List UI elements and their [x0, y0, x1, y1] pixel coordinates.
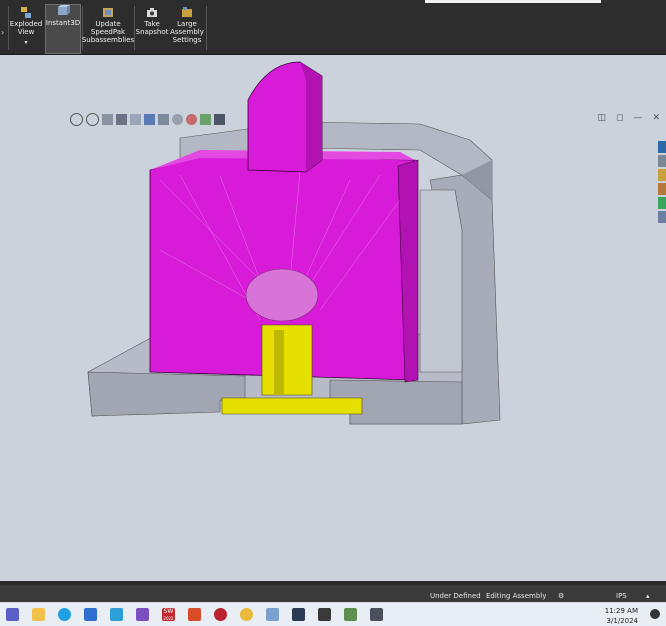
large-assembly-label-3: Settings	[172, 36, 202, 44]
windows-taskbar: SW 2022 11:29 AM 3/1/2024	[0, 602, 666, 626]
view-orientation-icon[interactable]	[144, 113, 155, 125]
app-icon[interactable]	[110, 608, 123, 621]
app-icon[interactable]	[318, 608, 331, 621]
exploded-view-icon	[21, 7, 31, 18]
exploded-view-label-2: View	[17, 28, 35, 36]
apply-scene-icon[interactable]	[200, 113, 211, 125]
file-explorer-taskbar-icon[interactable]	[32, 608, 45, 621]
edge-icon[interactable]	[58, 608, 71, 621]
tile-icon[interactable]: ◻	[616, 113, 623, 123]
design-library-icon[interactable]	[658, 155, 666, 167]
ribbon-separator	[206, 6, 207, 50]
large-assembly-icon	[182, 7, 192, 17]
app-icon[interactable]	[214, 608, 227, 621]
task-pane-tabs	[658, 141, 666, 227]
large-assembly-settings-button[interactable]: Large Assembly Settings	[170, 6, 204, 52]
instant3d-icon	[58, 5, 70, 15]
store-icon[interactable]	[84, 608, 97, 621]
title-strip	[425, 0, 601, 3]
graphics-area[interactable]: ◫ ◻ — ✕	[0, 55, 666, 581]
instant3d-label: Instant3D	[45, 19, 81, 27]
large-assembly-label-2: Assembly	[170, 28, 204, 36]
speedpak-icon	[103, 8, 113, 17]
chrome-icon[interactable]	[240, 608, 253, 621]
speedpak-label-2: SpeedPak	[90, 28, 126, 36]
solidworks-badge: SW	[163, 608, 174, 615]
solidworks-resources-icon[interactable]	[658, 141, 666, 153]
section-view-icon[interactable]	[116, 113, 127, 125]
clock-time: 11:29 AM	[604, 607, 638, 615]
teams-icon[interactable]	[6, 608, 19, 621]
calculator-icon[interactable]	[370, 608, 383, 621]
hide-show-items-icon[interactable]	[172, 113, 183, 125]
system-clock[interactable]: 11:29 AM 3/1/2024	[605, 606, 638, 626]
view-palette-icon[interactable]	[658, 183, 666, 195]
solidworks-year: 2022	[163, 616, 174, 621]
zoom-to-area-icon[interactable]	[86, 112, 99, 126]
exploded-view-label-1: Exploded	[9, 20, 43, 28]
dropdown-arrow-icon[interactable]: ▾	[24, 39, 27, 47]
file-explorer-icon[interactable]	[658, 169, 666, 181]
app-icon[interactable]	[344, 608, 357, 621]
command-manager-ribbon: › Exploded View ▾ Instant3D Update Speed…	[0, 0, 666, 55]
display-style-icon[interactable]	[158, 113, 169, 125]
status-bar: Under Defined Editing Assembly ⚙ IPS ▴	[0, 581, 666, 602]
units-selector[interactable]: IPS	[616, 592, 627, 600]
app-icon[interactable]	[136, 608, 149, 621]
speedpak-label-3: Subassemblies	[81, 36, 135, 44]
update-speedpak-button[interactable]: Update SpeedPak Subassemblies	[81, 6, 135, 52]
editing-mode-status: Editing Assembly	[486, 592, 547, 600]
speedpak-label-1: Update	[95, 20, 121, 28]
instant3d-button[interactable]: Instant3D	[45, 4, 81, 54]
take-snapshot-button[interactable]: Take Snapshot	[136, 6, 168, 52]
ribbon-separator	[8, 6, 9, 50]
app-icon[interactable]	[292, 608, 305, 621]
edit-appearance-icon[interactable]	[186, 113, 197, 125]
custom-properties-icon[interactable]	[658, 211, 666, 223]
heads-up-view-toolbar	[70, 111, 225, 127]
exploded-view-button[interactable]: Exploded View ▾	[10, 6, 42, 52]
rebuild-icon[interactable]: ⚙	[558, 592, 564, 600]
viewport-window-controls: ◫ ◻ — ✕	[597, 113, 660, 123]
snapshot-label-1: Take	[144, 20, 160, 28]
previous-view-icon[interactable]	[102, 113, 113, 125]
notification-icon[interactable]	[650, 609, 660, 619]
minimize-icon[interactable]: —	[633, 113, 642, 123]
appearances-icon[interactable]	[658, 197, 666, 209]
close-icon[interactable]: ✕	[652, 113, 660, 123]
assembly-section-view[interactable]	[0, 55, 666, 581]
zoom-to-fit-icon[interactable]	[70, 112, 83, 126]
chevron-left-icon[interactable]: ›	[1, 28, 4, 37]
large-assembly-label-1: Large	[177, 20, 197, 28]
app-icon[interactable]	[266, 608, 279, 621]
view-settings-icon[interactable]	[214, 113, 225, 125]
restore-icon[interactable]: ◫	[597, 113, 606, 123]
app-icon[interactable]	[188, 608, 201, 621]
dynamic-annotation-icon[interactable]	[130, 113, 141, 125]
snapshot-label-2: Snapshot	[135, 28, 169, 36]
definition-status: Under Defined	[430, 592, 481, 600]
solidworks-icon[interactable]: SW 2022	[162, 608, 175, 621]
customize-icon[interactable]: ▴	[646, 592, 650, 600]
camera-icon	[147, 8, 157, 17]
